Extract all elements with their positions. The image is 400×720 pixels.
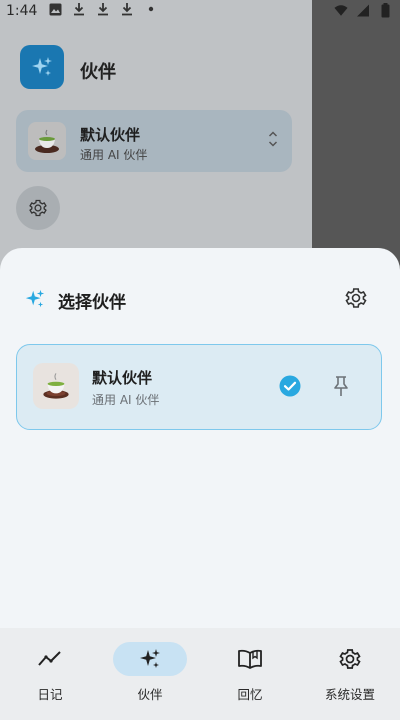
check-circle-icon [279,375,301,397]
background-partner-card: 默认伙伴 通用 AI 伙伴 [16,110,292,172]
image-icon [48,2,62,16]
nav-label-partner: 伙伴 [137,687,163,702]
signal-icon [356,3,370,17]
gear-icon [345,288,367,308]
sheet-settings-button[interactable] [344,286,368,310]
partner-name: 默认伙伴 [92,369,153,387]
app-logo-icon [20,45,64,89]
background-partner-name: 默认伙伴 [80,126,141,144]
nav-label-diary: 日记 [37,687,63,702]
nav-item-settings[interactable]: 系统设置 [300,628,400,720]
background-title: 伙伴 [80,62,116,83]
nav-item-diary[interactable]: 日记 [0,628,100,720]
bottom-navigation: 日记 伙伴 回忆 系统设置 [0,628,400,720]
download-icon [96,2,110,16]
teacup-icon [33,363,79,409]
status-time: 1:44 [6,3,38,19]
pin-icon[interactable] [331,375,351,397]
background-partner-description: 通用 AI 伙伴 [80,148,148,162]
nav-label-memory: 回忆 [237,687,263,702]
chevron-up-down-icon [268,130,278,149]
partner-option-default[interactable]: 默认伙伴 通用 AI 伙伴 [16,344,382,430]
gear-icon [313,642,387,676]
download-icon [120,2,134,16]
notification-icons [48,2,158,16]
sparkle-icon [24,288,46,310]
wifi-icon [334,3,348,17]
system-icons [334,2,392,17]
sparkle-icon [113,642,187,676]
select-partner-sheet: 选择伙伴 默认伙伴 通用 AI 伙伴 [0,248,400,628]
download-icon [72,2,86,16]
teacup-icon [28,122,66,160]
trend-line-icon [13,642,87,676]
partner-description: 通用 AI 伙伴 [92,393,160,407]
nav-item-memory[interactable]: 回忆 [200,628,300,720]
sheet-title: 选择伙伴 [58,293,126,313]
nav-label-settings: 系统设置 [324,687,375,702]
dot-icon [144,2,158,16]
nav-item-partner[interactable]: 伙伴 [100,628,200,720]
gear-icon [29,199,47,217]
battery-icon [378,2,392,17]
book-icon [213,642,287,676]
status-bar: 1:44 [0,0,400,24]
background-settings-button [16,186,60,230]
